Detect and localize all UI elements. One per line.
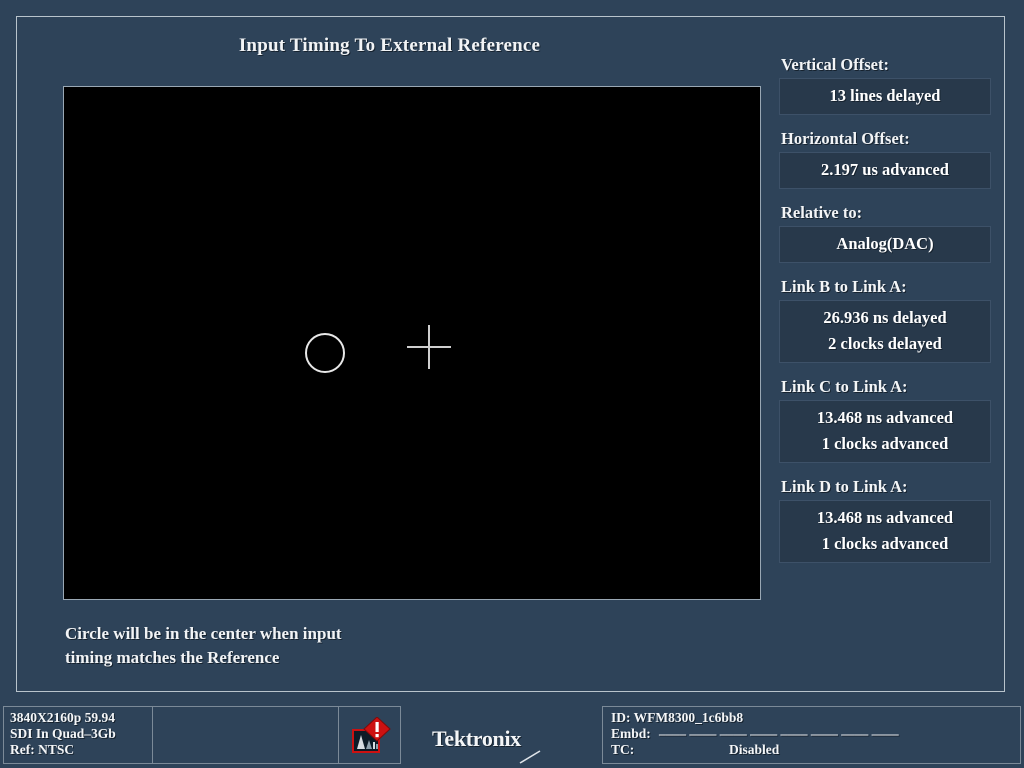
readout-value: 1 clocks advanced: [821, 434, 949, 453]
status-embd-row: Embd: –––– –––– –––– –––– –––– –––– ––––…: [611, 726, 1020, 742]
readout-label: Link B to Link A:: [781, 277, 907, 296]
status-alarm-box[interactable]: [338, 706, 401, 764]
status-id-text: ID: WFM8300_1c6bb8 Embd: –––– –––– –––– …: [603, 707, 1020, 758]
readout-value: 13.468 ns advanced: [816, 508, 954, 527]
timing-circle-icon: [305, 333, 345, 373]
readout-value: 26.936 ns delayed: [823, 308, 947, 327]
tektronix-wordmark: Tektronix: [432, 726, 521, 751]
readout-label: Link C to Link A:: [781, 377, 908, 396]
status-format-line-3: Ref: NTSC: [10, 742, 75, 757]
readout-value: Analog(DAC): [836, 234, 934, 253]
tektronix-slash-icon: [519, 750, 541, 764]
status-tc-value: Disabled: [729, 742, 780, 757]
readout-group-link-c-to-link-a: Link C to Link A: 13.468 ns advanced 1 c…: [762, 377, 992, 463]
readout-label: Horizontal Offset:: [781, 129, 910, 148]
timing-display[interactable]: [63, 86, 761, 600]
tektronix-logo: Tektronix: [432, 726, 592, 764]
readout-group-relative-to: Relative to: Analog(DAC): [762, 203, 992, 263]
readout-value: 1 clocks advanced: [821, 534, 949, 553]
status-id-label: ID: WFM8300_1c6bb8: [611, 710, 744, 725]
readout-group-link-d-to-link-a: Link D to Link A: 13.468 ns advanced 1 c…: [762, 477, 992, 563]
status-format-box[interactable]: 3840X2160p 59.94 SDI In Quad–3Gb Ref: NT…: [3, 706, 153, 764]
status-format-text: 3840X2160p 59.94 SDI In Quad–3Gb Ref: NT…: [4, 707, 152, 758]
readout-label: Vertical Offset:: [781, 55, 889, 74]
readout-label: Link D to Link A:: [781, 477, 908, 496]
readout-group-link-b-to-link-a: Link B to Link A: 26.936 ns delayed 2 cl…: [762, 277, 992, 363]
hint-text: Circle will be in the center when input …: [65, 622, 535, 670]
status-format-line-2: SDI In Quad–3Gb: [10, 726, 116, 741]
hint-line-2: timing matches the Reference: [65, 648, 280, 667]
status-tc-row: TC: Disabled: [611, 742, 1020, 758]
readout-label: Relative to:: [781, 203, 863, 222]
readout-box: 13.468 ns advanced 1 clocks advanced: [779, 500, 991, 563]
reference-crosshair-icon: [407, 325, 451, 369]
readout-box: 13 lines delayed: [779, 78, 991, 115]
readout-value: 2 clocks delayed: [828, 334, 942, 353]
status-embd-label: Embd:: [611, 726, 651, 741]
status-embd-value: –––– –––– –––– –––– –––– –––– –––– ––––: [659, 726, 899, 741]
readout-value: 13.468 ns advanced: [816, 408, 954, 427]
status-tc-label: TC:: [611, 742, 635, 757]
readout-value: 13 lines delayed: [829, 86, 941, 105]
readout-value: 2.197 us advanced: [821, 160, 949, 179]
readout-box: 13.468 ns advanced 1 clocks advanced: [779, 400, 991, 463]
readout-group-horizontal-offset: Horizontal Offset: 2.197 us advanced: [762, 129, 992, 189]
status-format-line-1: 3840X2160p 59.94: [10, 710, 116, 725]
readout-box: 26.936 ns delayed 2 clocks delayed: [779, 300, 991, 363]
readout-column: Vertical Offset: 13 lines delayed Horizo…: [762, 55, 992, 577]
status-id-box[interactable]: ID: WFM8300_1c6bb8 Embd: –––– –––– –––– …: [602, 706, 1021, 764]
hint-line-1: Circle will be in the center when input: [65, 624, 342, 643]
readout-box: 2.197 us advanced: [779, 152, 991, 189]
status-empty-box[interactable]: [152, 706, 339, 764]
main-frame: Input Timing To External Reference Circl…: [16, 16, 1005, 692]
page-title: Input Timing To External Reference: [238, 35, 541, 56]
readout-group-vertical-offset: Vertical Offset: 13 lines delayed: [762, 55, 992, 115]
readout-box: Analog(DAC): [779, 226, 991, 263]
signal-alarm-icon: [352, 717, 391, 753]
